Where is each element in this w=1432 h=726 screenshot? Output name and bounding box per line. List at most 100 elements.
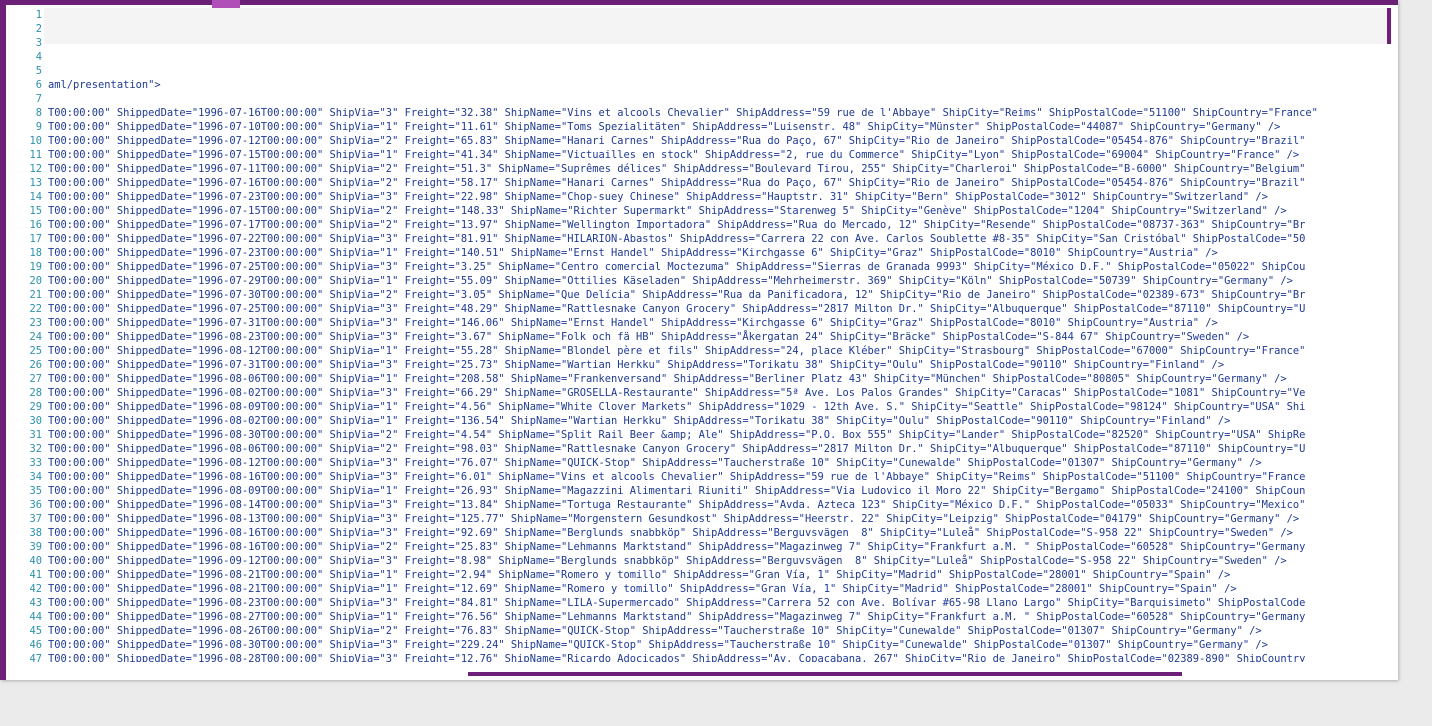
code-line[interactable]: T00:00:00" ShippedDate="1996-07-31T00:00…	[48, 316, 1376, 330]
line-number: 7	[35, 93, 42, 105]
line-number: 2	[35, 23, 42, 35]
code-line[interactable]: T00:00:00" ShippedDate="1996-07-23T00:00…	[48, 246, 1376, 260]
line-number: 25	[29, 345, 42, 357]
code-line[interactable]	[48, 64, 1376, 78]
code-line[interactable]: T00:00:00" ShippedDate="1996-07-10T00:00…	[48, 120, 1376, 134]
code-line[interactable]: T00:00:00" ShippedDate="1996-08-23T00:00…	[48, 596, 1376, 610]
code-line[interactable]	[48, 50, 1376, 64]
line-number: 9	[35, 121, 42, 133]
line-number: 37	[29, 513, 42, 525]
code-line[interactable]: T00:00:00" ShippedDate="1996-08-09T00:00…	[48, 484, 1376, 498]
line-number: 41	[29, 569, 42, 581]
line-number: 1	[35, 9, 42, 21]
code-line[interactable]: T00:00:00" ShippedDate="1996-08-16T00:00…	[48, 540, 1376, 554]
line-number: 38	[29, 527, 42, 539]
line-number: 3	[35, 37, 42, 49]
line-number: 17	[29, 233, 42, 245]
code-line[interactable]: T00:00:00" ShippedDate="1996-07-31T00:00…	[48, 358, 1376, 372]
line-number: 16	[29, 219, 42, 231]
line-number: 36	[29, 499, 42, 511]
code-line[interactable]: T00:00:00" ShippedDate="1996-07-25T00:00…	[48, 260, 1376, 274]
code-line[interactable]: T00:00:00" ShippedDate="1996-07-22T00:00…	[48, 232, 1376, 246]
code-line[interactable]: T00:00:00" ShippedDate="1996-07-16T00:00…	[48, 176, 1376, 190]
line-number: 33	[29, 457, 42, 469]
code-line[interactable]: T00:00:00" ShippedDate="1996-07-15T00:00…	[48, 148, 1376, 162]
line-number-gutter: 1 2 3 4 5 6 7 8 9 10 11 12 13 14 15 16 17 18 19 20 21 22 23 24 2…	[6, 8, 44, 670]
code-line[interactable]: T00:00:00" ShippedDate="1996-08-26T00:00…	[48, 624, 1376, 638]
line-number: 14	[29, 191, 42, 203]
line-number: 26	[29, 359, 42, 371]
code-line[interactable]: T00:00:00" ShippedDate="1996-08-30T00:00…	[48, 428, 1376, 442]
horizontal-scrollbar-thumb[interactable]	[468, 672, 1182, 676]
line-number: 30	[29, 415, 42, 427]
line-number: 31	[29, 429, 42, 441]
code-line[interactable]: T00:00:00" ShippedDate="1996-08-16T00:00…	[48, 470, 1376, 484]
code-line[interactable]: T00:00:00" ShippedDate="1996-07-11T00:00…	[48, 162, 1376, 176]
code-line[interactable]: T00:00:00" ShippedDate="1996-07-25T00:00…	[48, 302, 1376, 316]
code-line[interactable]: T00:00:00" ShippedDate="1996-08-06T00:00…	[48, 372, 1376, 386]
code-line[interactable]: T00:00:00" ShippedDate="1996-07-29T00:00…	[48, 274, 1376, 288]
code-line[interactable]: T00:00:00" ShippedDate="1996-08-12T00:00…	[48, 344, 1376, 358]
line-number: 18	[29, 247, 42, 259]
vertical-scrollbar-thumb[interactable]	[1387, 8, 1391, 44]
line-number: 45	[29, 625, 42, 637]
line-number: 34	[29, 471, 42, 483]
line-number: 12	[29, 163, 42, 175]
line-number: 6	[35, 79, 42, 91]
code-line[interactable]: T00:00:00" ShippedDate="1996-07-12T00:00…	[48, 134, 1376, 148]
code-line[interactable]: T00:00:00" ShippedDate="1996-08-16T00:00…	[48, 526, 1376, 540]
line-number: 15	[29, 205, 42, 217]
line-number: 28	[29, 387, 42, 399]
line-number: 24	[29, 331, 42, 343]
code-line[interactable]: T00:00:00" ShippedDate="1996-08-12T00:00…	[48, 456, 1376, 470]
code-line[interactable]: T00:00:00" ShippedDate="1996-07-23T00:00…	[48, 190, 1376, 204]
code-line[interactable]	[48, 8, 1376, 22]
line-number: 22	[29, 303, 42, 315]
code-line[interactable]	[48, 92, 1376, 106]
code-line[interactable]: T00:00:00" ShippedDate="1996-07-16T00:00…	[48, 106, 1376, 120]
code-line[interactable]: T00:00:00" ShippedDate="1996-08-23T00:00…	[48, 330, 1376, 344]
code-line[interactable]: T00:00:00" ShippedDate="1996-07-17T00:00…	[48, 218, 1376, 232]
line-number: 32	[29, 443, 42, 455]
code-line[interactable]: T00:00:00" ShippedDate="1996-08-14T00:00…	[48, 498, 1376, 512]
line-number: 44	[29, 611, 42, 623]
line-number: 46	[29, 639, 42, 651]
line-number: 19	[29, 261, 42, 273]
line-number: 21	[29, 289, 42, 301]
code-line[interactable]: T00:00:00" ShippedDate="1996-07-30T00:00…	[48, 288, 1376, 302]
line-number: 35	[29, 485, 42, 497]
code-line[interactable]	[48, 22, 1376, 36]
line-number: 47	[29, 653, 42, 665]
code-line[interactable]	[48, 36, 1376, 50]
line-number: 23	[29, 317, 42, 329]
code-line[interactable]: T00:00:00" ShippedDate="1996-09-12T00:00…	[48, 554, 1376, 568]
code-line[interactable]: T00:00:00" ShippedDate="1996-08-13T00:00…	[48, 512, 1376, 526]
line-number: 40	[29, 555, 42, 567]
editor-window: 1 2 3 4 5 6 7 8 9 10 11 12 13 14 15 16 17 18 19 20 21 22 23 24 2…	[0, 0, 1398, 680]
line-number: 8	[35, 107, 42, 119]
code-line[interactable]: T00:00:00" ShippedDate="1996-07-15T00:00…	[48, 204, 1376, 218]
code-line[interactable]: T00:00:00" ShippedDate="1996-08-06T00:00…	[48, 442, 1376, 456]
code-line[interactable]: T00:00:00" ShippedDate="1996-08-28T00:00…	[48, 652, 1376, 662]
line-number: 29	[29, 401, 42, 413]
code-line[interactable]: aml/presentation">	[48, 78, 1376, 92]
line-number: 5	[35, 65, 42, 77]
line-number: 4	[35, 51, 42, 63]
code-line[interactable]: T00:00:00" ShippedDate="1996-08-02T00:00…	[48, 386, 1376, 400]
line-number: 20	[29, 275, 42, 287]
code-line[interactable]: T00:00:00" ShippedDate="1996-08-21T00:00…	[48, 568, 1376, 582]
code-line[interactable]: T00:00:00" ShippedDate="1996-08-30T00:00…	[48, 638, 1376, 652]
code-line[interactable]: T00:00:00" ShippedDate="1996-08-21T00:00…	[48, 582, 1376, 596]
window-top-border	[0, 0, 1398, 5]
line-number: 13	[29, 177, 42, 189]
line-number: 43	[29, 597, 42, 609]
code-line[interactable]: T00:00:00" ShippedDate="1996-08-02T00:00…	[48, 414, 1376, 428]
line-number: 27	[29, 373, 42, 385]
code-line[interactable]: T00:00:00" ShippedDate="1996-08-27T00:00…	[48, 610, 1376, 624]
line-number: 10	[29, 135, 42, 147]
line-number: 42	[29, 583, 42, 595]
code-line[interactable]: T00:00:00" ShippedDate="1996-08-09T00:00…	[48, 400, 1376, 414]
line-number: 39	[29, 541, 42, 553]
code-text-area[interactable]: aml/presentation"> T00:00:00" ShippedDate…	[48, 8, 1376, 662]
line-number: 11	[29, 149, 42, 161]
